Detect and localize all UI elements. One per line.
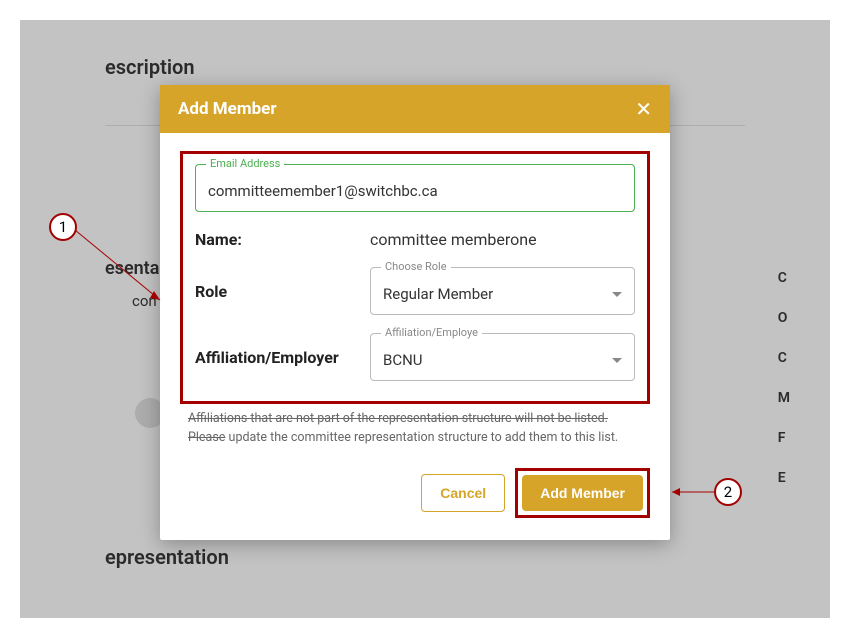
email-field[interactable]: Email Address committeemember1@switchbc.… xyxy=(195,164,635,212)
email-value: committeemember1@switchbc.ca xyxy=(208,182,622,200)
chevron-down-icon xyxy=(612,358,622,363)
affiliation-select-legend: Affiliation/Employe xyxy=(381,326,482,339)
name-row: Name: committee memberone xyxy=(195,230,635,249)
role-label: Role xyxy=(195,282,370,301)
affiliation-row: Affiliation/Employer Affiliation/Employe… xyxy=(195,333,635,381)
modal-header: Add Member ✕ xyxy=(160,85,670,133)
role-select-value: Regular Member xyxy=(383,285,493,303)
annotation-highlight-2: Add Member xyxy=(515,468,650,518)
modal-footer: Cancel Add Member xyxy=(160,468,670,540)
add-member-button[interactable]: Add Member xyxy=(522,475,643,511)
add-member-modal: Add Member ✕ Email Address committeememb… xyxy=(160,85,670,540)
annotation-highlight-1: Email Address committeemember1@switchbc.… xyxy=(180,151,650,404)
callout-1: 1 xyxy=(49,213,77,241)
affiliation-select[interactable]: Affiliation/Employe BCNU xyxy=(370,333,635,381)
role-select-legend: Choose Role xyxy=(381,260,451,273)
modal-body: Email Address committeemember1@switchbc.… xyxy=(160,133,670,468)
callout-2: 2 xyxy=(714,478,742,506)
viewport: escription esenta con epresentation C O … xyxy=(20,20,830,618)
modal-title: Add Member xyxy=(178,99,277,119)
role-select[interactable]: Choose Role Regular Member xyxy=(370,267,635,315)
name-label: Name: xyxy=(195,230,370,249)
helper-text-line2: update the committee representation stru… xyxy=(229,430,619,445)
affiliation-label: Affiliation/Employer xyxy=(195,348,370,367)
chevron-down-icon xyxy=(612,292,622,297)
close-icon[interactable]: ✕ xyxy=(635,99,652,119)
name-value: committee memberone xyxy=(370,230,537,249)
email-label: Email Address xyxy=(206,157,284,170)
affiliation-select-value: BCNU xyxy=(383,351,423,369)
role-row: Role Choose Role Regular Member xyxy=(195,267,635,315)
cancel-button[interactable]: Cancel xyxy=(421,474,505,512)
helper-text: Affiliations that are not part of the re… xyxy=(188,410,642,448)
